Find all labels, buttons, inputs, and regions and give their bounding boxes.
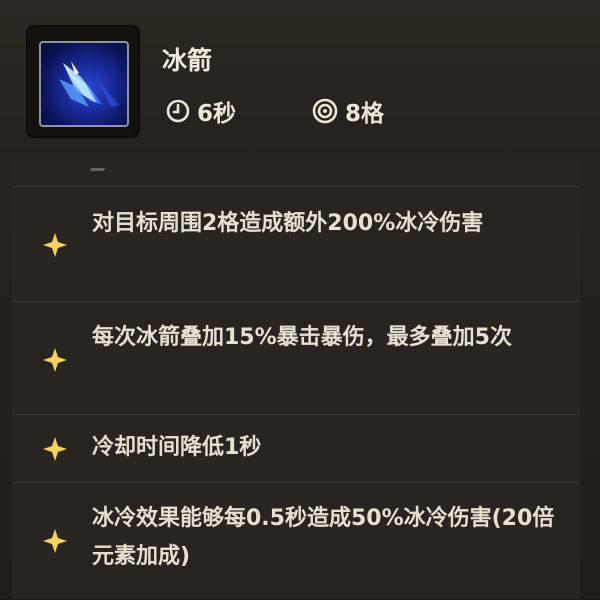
sparkle-star-icon bbox=[43, 437, 67, 461]
upgrade-item: 每次冰箭叠加15%暴击暴伤，最多叠加5次 bbox=[12, 301, 580, 415]
sparkle-star-icon bbox=[43, 233, 67, 257]
skill-tooltip-panel: 冰箭 6秒 8格 对目标周围2格造成额外200%冰冷伤害 每次冰箭叠加15%暴击… bbox=[0, 0, 600, 599]
range-value: 8格 bbox=[345, 101, 385, 127]
upgrade-text: 每次冰箭叠加15%暴击暴伤，最多叠加5次 bbox=[92, 325, 512, 350]
range-stat: 8格 bbox=[311, 96, 385, 127]
upgrade-text: 冰冷效果能够每0.5秒造成50%冰冷伤害(20倍元素加成) bbox=[92, 506, 555, 569]
clock-icon bbox=[166, 99, 190, 123]
skill-name: 冰箭 bbox=[162, 46, 213, 75]
skill-header: 冰箭 6秒 8格 bbox=[0, 0, 600, 160]
upgrade-text: 冷却时间降低1秒 bbox=[92, 435, 262, 460]
sparkle-star-icon bbox=[43, 529, 67, 553]
upgrade-item: 冷却时间降低1秒 bbox=[12, 414, 580, 483]
cooldown-stat: 6秒 bbox=[165, 96, 237, 127]
ice-arrow-icon bbox=[39, 41, 129, 127]
sparkle-star-icon bbox=[43, 348, 67, 372]
upgrade-item: 对目标周围2格造成额外200%冰冷伤害 bbox=[12, 186, 580, 302]
skill-icon-frame bbox=[26, 25, 140, 138]
target-icon bbox=[312, 98, 338, 124]
upgrade-text: 对目标周围2格造成额外200%冰冷伤害 bbox=[92, 211, 484, 236]
upgrade-item: 冰冷效果能够每0.5秒造成50%冰冷伤害(20倍元素加成) bbox=[12, 482, 580, 600]
cooldown-value: 6秒 bbox=[197, 101, 237, 127]
